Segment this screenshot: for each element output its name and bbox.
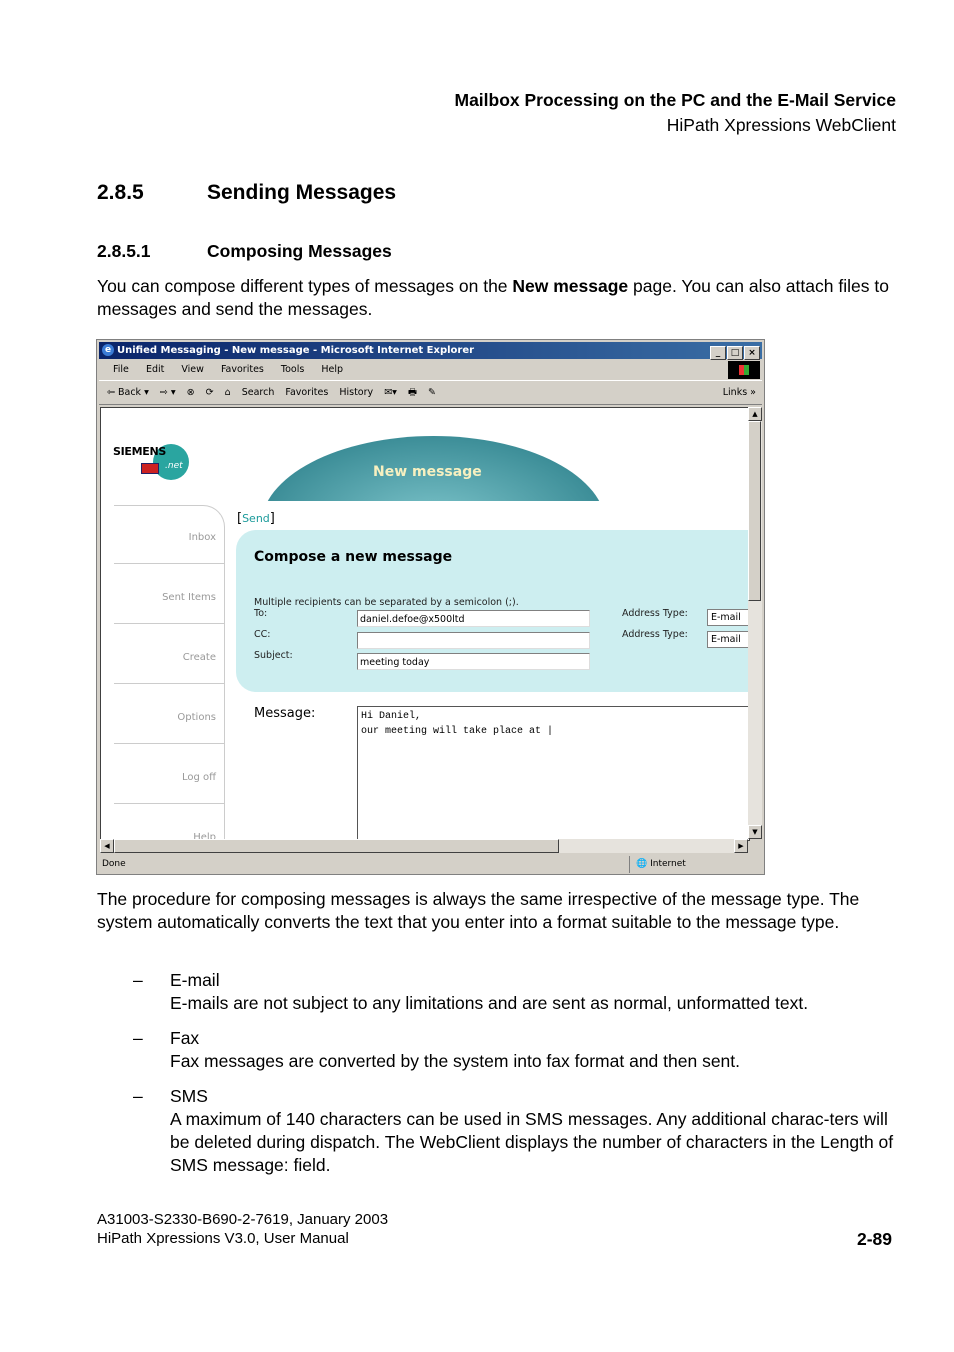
banner-title: New message (373, 464, 482, 480)
intro-text: You can compose different types of messa… (97, 276, 513, 296)
list-dash: – (133, 970, 143, 990)
to-input[interactable]: daniel.defoe@x500ltd (357, 610, 590, 627)
subject-label: Subject: (254, 650, 293, 661)
uk-flag-icon[interactable] (141, 463, 159, 474)
siemens-logo: SIEMENS (113, 445, 167, 458)
subsection-number: 2.8.5.1 (97, 241, 151, 261)
send-link[interactable]: Send (242, 512, 270, 525)
footer-doc-id: A31003-S2330-B690-2-7619, January 2003 (97, 1211, 389, 1228)
banner: New message (101, 408, 749, 501)
section-title: Sending Messages (207, 181, 397, 204)
status-text: Done (102, 859, 126, 869)
list-item-title: Fax (170, 1028, 200, 1048)
list-item-text: A maximum of 140 characters can be used … (170, 1109, 894, 1175)
window-title: Unified Messaging - New message - Micros… (117, 345, 475, 356)
running-header-subtitle: HiPath Xpressions WebClient (666, 115, 896, 135)
send-link-wrapper: [Send] (237, 511, 275, 526)
zone-label: Internet (650, 859, 686, 869)
vertical-scroll-thumb[interactable] (748, 421, 761, 601)
nav-divider (114, 743, 224, 744)
horizontal-scroll-thumb[interactable] (114, 839, 559, 853)
message-label: Message: (254, 706, 316, 721)
message-textarea[interactable]: Hi Daniel, our meeting will take place a… (357, 706, 749, 840)
vertical-scrollbar[interactable]: ▲ ▼ (748, 407, 762, 839)
cc-address-type-label: Address Type: (622, 629, 688, 640)
nav-divider (114, 683, 224, 684)
edit-icon[interactable]: ✎ (428, 387, 436, 398)
scroll-right-icon[interactable]: ▶ (734, 839, 748, 853)
nav-divider (114, 803, 224, 804)
menu-tools[interactable]: Tools (281, 364, 304, 375)
security-zone: 🌐 Internet (629, 856, 756, 873)
globe-icon: 🌐 (636, 859, 648, 869)
to-label: To: (254, 608, 268, 619)
menu-help[interactable]: Help (321, 364, 343, 375)
procedure-paragraph: The procedure for composing messages is … (97, 889, 860, 932)
nav-divider (114, 563, 224, 564)
stop-icon[interactable]: ⊗ (187, 387, 195, 398)
subject-input[interactable]: meeting today (357, 653, 590, 670)
running-header-title: Mailbox Processing on the PC and the E-M… (454, 90, 897, 110)
minimize-button[interactable]: _ (710, 346, 726, 360)
list-dash: – (133, 1086, 143, 1106)
menu-favorites[interactable]: Favorites (221, 364, 264, 375)
footer-manual: HiPath Xpressions V3.0, User Manual (97, 1230, 349, 1247)
section-number: 2.8.5 (97, 181, 144, 204)
scroll-left-icon[interactable]: ◀ (100, 839, 114, 853)
recipients-hint: Multiple recipients can be separated by … (254, 597, 519, 608)
nav-divider (114, 623, 224, 624)
intro-bold: New message (512, 276, 629, 296)
windows-logo-icon (728, 361, 760, 379)
nav-log-off[interactable]: Log off (182, 772, 216, 783)
menu-view[interactable]: View (181, 364, 204, 375)
title-bar: e Unified Messaging - New message - Micro… (99, 342, 762, 360)
menu-edit[interactable]: Edit (146, 364, 164, 375)
subsection-heading: 2.8.5.1 Composing Messages (97, 241, 392, 262)
subsection-title: Composing Messages (207, 241, 392, 261)
toolbar: ⇦ Back ▾ ⇨ ▾ ⊗ ⟳ ⌂ Search Favorites Hist… (99, 382, 762, 405)
browser-window-screenshot: e Unified Messaging - New message - Micro… (96, 339, 765, 875)
scroll-up-icon[interactable]: ▲ (748, 407, 762, 421)
status-bar: Done 🌐 Internet (99, 856, 762, 873)
close-button[interactable]: × (744, 346, 760, 360)
back-button[interactable]: ⇦ Back ▾ (107, 387, 149, 398)
list-dash: – (133, 1028, 143, 1048)
nav-create[interactable]: Create (183, 652, 216, 663)
horizontal-scrollbar[interactable]: ◀ ▶ (100, 839, 748, 853)
cc-address-type-select[interactable]: E-mail (707, 631, 749, 648)
list-item-text: Fax messages are converted by the system… (170, 1051, 741, 1071)
list-item-title: SMS (170, 1086, 208, 1106)
cc-label: CC: (254, 629, 271, 640)
ie-icon: e (102, 344, 114, 356)
intro-paragraph: You can compose different types of messa… (97, 275, 897, 321)
history-button[interactable]: History (339, 387, 373, 398)
section-heading: 2.8.5 Sending Messages (97, 181, 396, 205)
search-button[interactable]: Search (242, 387, 275, 398)
menu-file[interactable]: File (113, 364, 129, 375)
nav-inbox[interactable]: Inbox (189, 532, 216, 543)
to-address-type-label: Address Type: (622, 608, 688, 619)
favorites-button[interactable]: Favorites (285, 387, 328, 398)
nav-sent-items[interactable]: Sent Items (162, 592, 216, 603)
refresh-icon[interactable]: ⟳ (206, 387, 214, 398)
home-icon[interactable]: ⌂ (225, 387, 231, 398)
mail-icon[interactable]: ✉▾ (384, 387, 397, 398)
menu-bar: File Edit View Favorites Tools Help (99, 360, 762, 381)
logo-net: .net (165, 461, 183, 471)
list-item-text: E-mails are not subject to any limitatio… (170, 993, 809, 1013)
compose-panel: Compose a new message Multiple recipient… (236, 530, 749, 692)
forward-button[interactable]: ⇨ ▾ (160, 387, 176, 398)
links-button[interactable]: Links » (723, 382, 756, 404)
to-address-type-select[interactable]: E-mail (707, 609, 749, 626)
page-number: 2-89 (856, 1229, 892, 1249)
compose-title: Compose a new message (254, 549, 453, 565)
nav-options[interactable]: Options (177, 712, 216, 723)
maximize-button[interactable]: □ (727, 346, 743, 360)
sidebar-nav: Inbox Sent Items Create Options Log off … (114, 505, 225, 840)
scroll-down-icon[interactable]: ▼ (748, 825, 762, 839)
list-item-title: E-mail (170, 970, 220, 990)
page-viewport: New message SIEMENS .net Inbox Sent Item… (100, 407, 750, 841)
cc-input[interactable] (357, 632, 590, 649)
print-icon[interactable]: 🖶 (408, 387, 417, 398)
